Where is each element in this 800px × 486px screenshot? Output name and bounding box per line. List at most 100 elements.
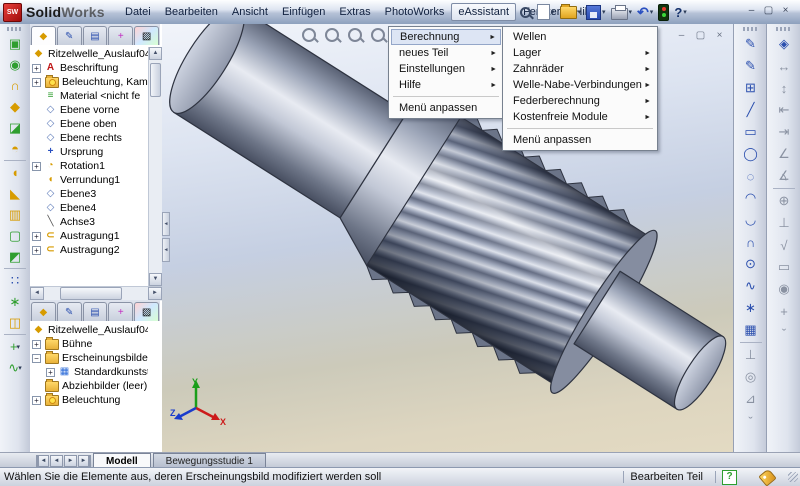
tree-row[interactable]: Ursprung (30, 145, 148, 159)
baseline-dimension-icon[interactable]: ⇤ (773, 99, 795, 121)
rebuild-traffic-light-icon[interactable] (658, 4, 669, 21)
menu-extras[interactable]: Extras (332, 3, 377, 21)
scroll-down-button[interactable]: ▼ (149, 273, 162, 286)
line-icon[interactable]: ╱ (740, 99, 762, 121)
tree-row[interactable]: Material <nicht fe (30, 89, 148, 103)
tree-item-label[interactable]: Beschriftung (60, 62, 118, 74)
tree-row[interactable]: + Austragung1 (30, 229, 148, 243)
menu-item-hilfe[interactable]: Hilfe► (391, 77, 501, 93)
tree-row[interactable]: + Austragung2 (30, 243, 148, 257)
tag-icon[interactable] (758, 468, 776, 486)
tree-horizontal-scrollbar[interactable]: ◄ ► (30, 286, 162, 301)
tree-row[interactable]: +Rotation1 (30, 159, 148, 173)
tree-row[interactable]: Verrundung1 (30, 173, 148, 187)
rib-icon[interactable]: ▥ (4, 204, 26, 225)
tree-root-label[interactable]: Ritzelwelle_Auslauf04 (48, 48, 148, 60)
scroll-up-button[interactable]: ▲ (149, 47, 162, 60)
tab-bewegungsstudie[interactable]: Bewegungsstudie 1 (153, 453, 266, 468)
menu-item-lager[interactable]: Lager► (505, 45, 655, 61)
offset-entities-icon[interactable]: ◎ (740, 366, 762, 388)
menu-item-berechnung[interactable]: Berechnung► (391, 29, 501, 45)
chamfer-icon[interactable]: ◣ (4, 183, 26, 204)
hatch-icon[interactable]: ▦ (740, 319, 762, 341)
scroll-left-button[interactable]: ◄ (30, 287, 44, 300)
tree-row[interactable]: Ebene rechts (30, 131, 148, 145)
menu-ansicht[interactable]: Ansicht (225, 3, 275, 21)
menu-item-zahnraeder[interactable]: Zahnräder► (505, 61, 655, 77)
toolbar-grip[interactable] (776, 27, 792, 31)
menu-einfuegen[interactable]: Einfügen (275, 3, 332, 21)
displaymanager-tab[interactable]: ▨ (134, 302, 159, 321)
tree-item-label[interactable]: Standardkunststo (74, 366, 148, 378)
tree-row[interactable]: +Beschriftung (30, 61, 148, 75)
tree-row[interactable]: Abziehbilder (leer) (30, 379, 148, 393)
trim-entities-icon[interactable]: ⊿ (740, 388, 762, 410)
fillet-icon[interactable]: ◖ (4, 162, 26, 183)
shell-icon[interactable]: ▢ (4, 225, 26, 246)
help-dropdown-arrow[interactable]: ▾ (683, 8, 687, 16)
previous-tab-button[interactable]: ◄ (50, 455, 63, 467)
dimxpertmanager-tab[interactable]: + (108, 302, 133, 321)
last-tab-button[interactable]: ► (78, 455, 91, 467)
expand-toggle[interactable]: + (32, 232, 41, 241)
tree-item-label[interactable]: Austragung2 (60, 244, 120, 256)
geometric-tolerance-icon[interactable]: ⊕ (773, 190, 795, 212)
featuremanager-tab[interactable]: ◆ (31, 26, 56, 45)
chamfer-dimension-icon[interactable]: ∠ (773, 143, 795, 165)
linear-pattern-icon[interactable]: ∷ (4, 270, 26, 291)
tree-root-row[interactable]: Ritzelwelle_Auslauf04 (30, 47, 148, 61)
revolved-cut-icon[interactable]: ◓ (4, 138, 26, 159)
extruded-cut-icon[interactable]: ◪ (4, 117, 26, 138)
open-dropdown-arrow[interactable]: ▾ (578, 8, 582, 16)
tree-item-label[interactable]: Ebene rechts (60, 132, 122, 144)
toolbar-grip[interactable] (7, 27, 23, 31)
center-mark-icon[interactable]: + (773, 300, 795, 322)
dimxpertmanager-tab[interactable]: + (108, 26, 133, 45)
menu-item-menue-anpassen[interactable]: Menü anpassen (391, 100, 501, 116)
circle-icon[interactable]: ◯ (740, 143, 762, 165)
save-icon[interactable] (586, 5, 601, 20)
menu-item-kostenfreie-module[interactable]: Kostenfreie Module► (505, 109, 655, 125)
ellipse-icon[interactable]: ⊙ (740, 253, 762, 275)
expand-toggle[interactable]: + (32, 340, 41, 349)
menu-item-wellen[interactable]: Wellen (505, 29, 655, 45)
tree-row[interactable]: +Beleuchtung (30, 393, 148, 407)
mirror-icon[interactable]: ◫ (4, 312, 26, 333)
tree-item-label[interactable]: Ursprung (60, 146, 103, 158)
menu-item-menue-anpassen[interactable]: Menü anpassen (505, 132, 655, 148)
doc-minimize-button[interactable]: – (674, 29, 689, 42)
tree-item-label[interactable]: Austragung1 (60, 230, 120, 242)
rotate-view-icon[interactable] (371, 28, 385, 42)
horizontal-dimension-icon[interactable]: ↔ (773, 55, 795, 77)
tree-row[interactable]: +Standardkunststo (30, 365, 148, 379)
propertymanager-tab[interactable]: ✎ (57, 302, 82, 321)
datum-feature-icon[interactable]: ⊥ (773, 212, 795, 234)
note-icon[interactable]: ▭ (773, 256, 795, 278)
resize-grip[interactable] (788, 472, 798, 482)
revolved-boss-icon[interactable]: ◉ (4, 54, 26, 75)
more-annotations-chevron-icon[interactable]: ˇ (773, 322, 795, 344)
toolbar-grip[interactable] (743, 27, 759, 31)
tree-item-label[interactable]: Achse3 (60, 216, 95, 228)
tree-item-label[interactable]: Ebene vorne (60, 104, 120, 116)
tree-item-label[interactable]: Verrundung1 (60, 174, 120, 186)
configurationmanager-tab[interactable]: ▤ (83, 26, 108, 45)
open-document-icon[interactable] (560, 6, 577, 19)
expand-toggle[interactable]: + (32, 246, 41, 255)
minimize-button[interactable]: – (744, 3, 759, 18)
help-icon[interactable]: ? (674, 5, 682, 20)
3d-sketch-icon[interactable]: ✎ (740, 55, 762, 77)
menu-eassistant[interactable]: eAssistant (451, 3, 516, 21)
curves-icon[interactable]: ∿▾ (4, 357, 26, 378)
tree-row[interactable]: +Beleuchtung, Kam (30, 75, 148, 89)
zoom-area-icon[interactable] (325, 28, 339, 42)
menu-item-welle-nabe-verbindungen[interactable]: Welle-Nabe-Verbindungen► (505, 77, 655, 93)
new-document-icon[interactable] (537, 4, 550, 20)
menu-datei[interactable]: Datei (118, 3, 158, 21)
curves-dropdown[interactable]: ▾ (18, 364, 22, 372)
lofted-boss-icon[interactable]: ◆ (4, 96, 26, 117)
tree-root-row[interactable]: Ritzelwelle_Auslauf0420 (30, 323, 148, 337)
doc-close-button[interactable]: × (712, 29, 727, 42)
tree-item-label[interactable]: Bühne (62, 338, 92, 350)
print-dropdown-arrow[interactable]: ▾ (629, 8, 633, 16)
